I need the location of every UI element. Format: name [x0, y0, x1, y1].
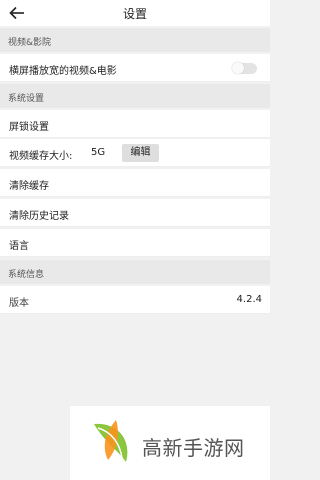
cache-size-row: 视频缓存大小: 5G 编辑	[0, 139, 270, 167]
section-title: 视频&影院	[8, 38, 52, 48]
cache-size-label: 视频缓存大小:	[9, 151, 73, 162]
edit-cache-button[interactable]: 编辑	[122, 144, 159, 162]
language-row[interactable]: 语言	[0, 229, 270, 257]
section-title: 系统设置	[8, 94, 45, 104]
section-header-info: 系统信息	[0, 260, 270, 284]
header-bar: 设置	[0, 0, 270, 26]
page-title: 设置	[122, 7, 147, 21]
landscape-play-row[interactable]: 横屏播放宽的视频&电影	[0, 54, 270, 82]
section-header-video: 视频&影院	[0, 28, 270, 52]
clear-cache-label: 清除缓存	[9, 181, 49, 192]
section-header-system: 系统设置	[0, 84, 270, 108]
clear-cache-row[interactable]: 清除缓存	[0, 169, 270, 197]
version-value: 4.2.4	[236, 294, 262, 305]
clear-history-label: 清除历史记录	[9, 211, 69, 222]
landscape-play-toggle[interactable]	[232, 62, 257, 74]
clear-history-row[interactable]: 清除历史记录	[0, 199, 270, 227]
logo-icon	[94, 420, 128, 462]
screen-lock-row[interactable]: 屏锁设置	[0, 110, 270, 138]
version-row: 版本 4.2.4	[0, 286, 270, 314]
screen-lock-label: 屏锁设置	[9, 122, 49, 133]
language-label: 语言	[9, 241, 29, 252]
watermark-text: 高新手游网	[142, 436, 245, 460]
section-title: 系统信息	[8, 270, 45, 280]
cache-size-value: 5G	[91, 147, 106, 158]
toggle-knob	[232, 62, 244, 74]
version-label: 版本	[9, 298, 29, 309]
watermark: 高新手游网	[70, 406, 270, 480]
landscape-play-label: 横屏播放宽的视频&电影	[9, 66, 117, 77]
